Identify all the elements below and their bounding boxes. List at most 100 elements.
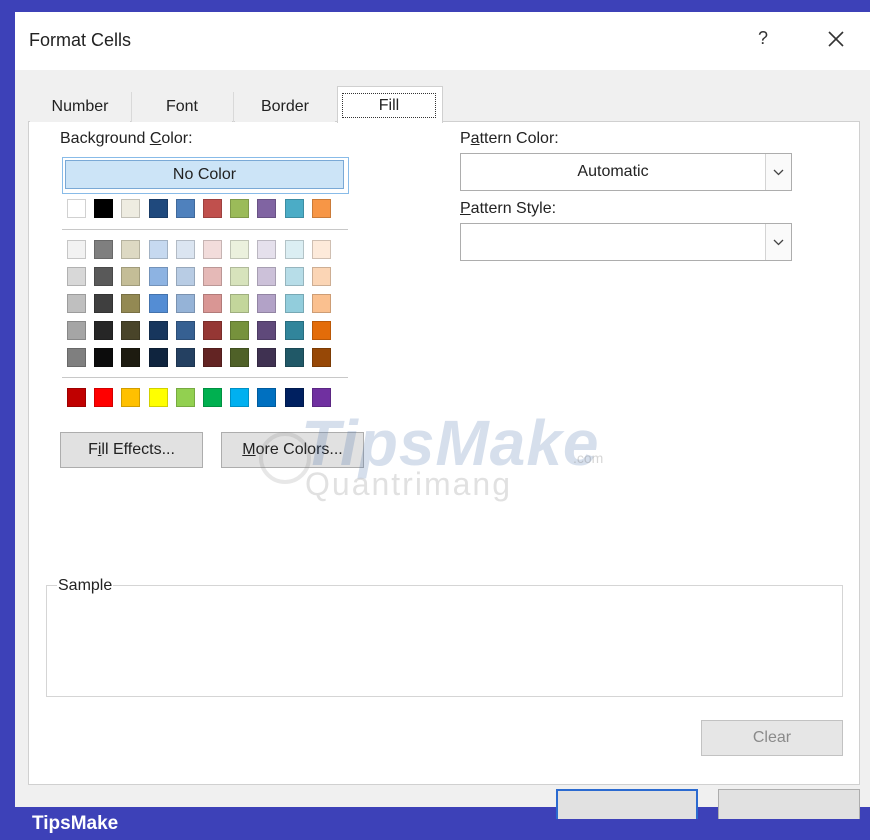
color-swatch[interactable] [230, 199, 250, 218]
palette-separator [62, 377, 348, 378]
color-swatch[interactable] [175, 348, 195, 367]
color-swatch[interactable] [230, 321, 250, 340]
color-swatch[interactable] [67, 240, 86, 259]
color-swatch[interactable] [175, 321, 195, 340]
color-swatch[interactable] [284, 348, 304, 367]
help-button[interactable]: ? [753, 28, 773, 49]
color-swatch[interactable] [311, 240, 331, 259]
color-swatch[interactable] [67, 199, 86, 218]
pattern-color-value: Automatic [577, 163, 649, 180]
color-swatch[interactable] [175, 294, 195, 313]
color-swatch[interactable] [284, 388, 304, 407]
tab-fill[interactable]: Fill [337, 86, 443, 123]
color-swatch[interactable] [175, 240, 195, 259]
color-swatch[interactable] [284, 199, 304, 218]
color-swatch[interactable] [311, 348, 331, 367]
color-swatch[interactable] [284, 321, 304, 340]
color-swatch[interactable] [311, 199, 331, 218]
color-swatch[interactable] [257, 321, 277, 340]
color-swatch[interactable] [203, 267, 222, 286]
pattern-style-dropdown[interactable] [460, 223, 792, 261]
color-swatch[interactable] [94, 321, 114, 340]
color-swatch[interactable] [284, 240, 304, 259]
color-swatch[interactable] [257, 388, 277, 407]
color-swatch[interactable] [94, 388, 114, 407]
close-button[interactable] [823, 26, 849, 52]
color-swatch[interactable] [94, 267, 114, 286]
tab-font[interactable]: Font [132, 92, 232, 122]
color-swatch[interactable] [148, 388, 168, 407]
color-swatch[interactable] [121, 321, 141, 340]
color-swatch[interactable] [203, 388, 222, 407]
color-swatch[interactable] [230, 267, 250, 286]
color-swatch[interactable] [121, 294, 141, 313]
color-swatch[interactable] [67, 294, 86, 313]
close-icon [828, 31, 844, 47]
color-swatch[interactable] [230, 348, 250, 367]
color-swatch[interactable] [311, 388, 331, 407]
chevron-down-icon [773, 239, 784, 246]
no-color-button[interactable]: No Color [65, 160, 344, 189]
color-swatch[interactable] [257, 199, 277, 218]
color-swatch[interactable] [311, 294, 331, 313]
tab-fill-label: Fill [342, 93, 436, 118]
format-cells-dialog: Format Cells ? Number Font Border Fill B… [15, 12, 870, 819]
sample-label: Sample [57, 577, 114, 595]
color-swatch[interactable] [203, 321, 222, 340]
pattern-color-dropdown[interactable]: Automatic [460, 153, 792, 191]
color-swatch[interactable] [148, 267, 168, 286]
color-swatch[interactable] [94, 294, 114, 313]
tab-border[interactable]: Border [235, 92, 335, 122]
color-swatch[interactable] [311, 267, 331, 286]
clear-button[interactable]: Clear [701, 720, 843, 756]
ok-button[interactable] [556, 789, 698, 819]
palette-separator [62, 229, 348, 230]
color-swatch[interactable] [175, 267, 195, 286]
tab-divider [233, 92, 234, 122]
color-swatch[interactable] [203, 348, 222, 367]
color-swatch[interactable] [121, 199, 141, 218]
color-swatch[interactable] [94, 348, 114, 367]
fill-effects-button[interactable]: Fill Effects... [60, 432, 203, 468]
color-swatch[interactable] [230, 240, 250, 259]
color-swatch[interactable] [203, 294, 222, 313]
color-swatch[interactable] [230, 388, 250, 407]
color-swatch[interactable] [67, 388, 86, 407]
color-swatch[interactable] [67, 348, 86, 367]
tab-number[interactable]: Number [30, 92, 130, 122]
pattern-color-dropdown-arrow[interactable] [765, 154, 791, 190]
color-swatch[interactable] [121, 240, 141, 259]
more-colors-button[interactable]: More Colors... [221, 432, 364, 468]
color-swatch[interactable] [121, 348, 141, 367]
dialog-title: Format Cells [29, 30, 132, 50]
color-swatch[interactable] [257, 267, 277, 286]
pattern-style-label: Pattern Style: [460, 200, 557, 217]
color-swatch[interactable] [203, 240, 222, 259]
color-swatch[interactable] [175, 199, 195, 218]
color-swatch[interactable] [175, 388, 195, 407]
color-swatch[interactable] [284, 267, 304, 286]
color-swatch[interactable] [148, 240, 168, 259]
color-swatch[interactable] [67, 321, 86, 340]
pattern-style-dropdown-arrow[interactable] [765, 224, 791, 260]
color-swatch[interactable] [121, 388, 141, 407]
color-swatch[interactable] [94, 240, 114, 259]
color-swatch[interactable] [148, 199, 168, 218]
cancel-button[interactable] [718, 789, 860, 819]
color-swatch[interactable] [203, 199, 222, 218]
color-swatch[interactable] [257, 348, 277, 367]
color-swatch[interactable] [257, 240, 277, 259]
background-color-label: Background Color: [60, 130, 193, 147]
color-swatch[interactable] [94, 199, 114, 218]
color-swatch[interactable] [284, 294, 304, 313]
title-bar: Format Cells ? [15, 12, 870, 70]
color-swatch[interactable] [148, 321, 168, 340]
sample-preview [46, 585, 843, 697]
color-swatch[interactable] [148, 348, 168, 367]
color-swatch[interactable] [148, 294, 168, 313]
color-swatch[interactable] [311, 321, 331, 340]
color-swatch[interactable] [257, 294, 277, 313]
color-swatch[interactable] [67, 267, 86, 286]
color-swatch[interactable] [230, 294, 250, 313]
color-swatch[interactable] [121, 267, 141, 286]
